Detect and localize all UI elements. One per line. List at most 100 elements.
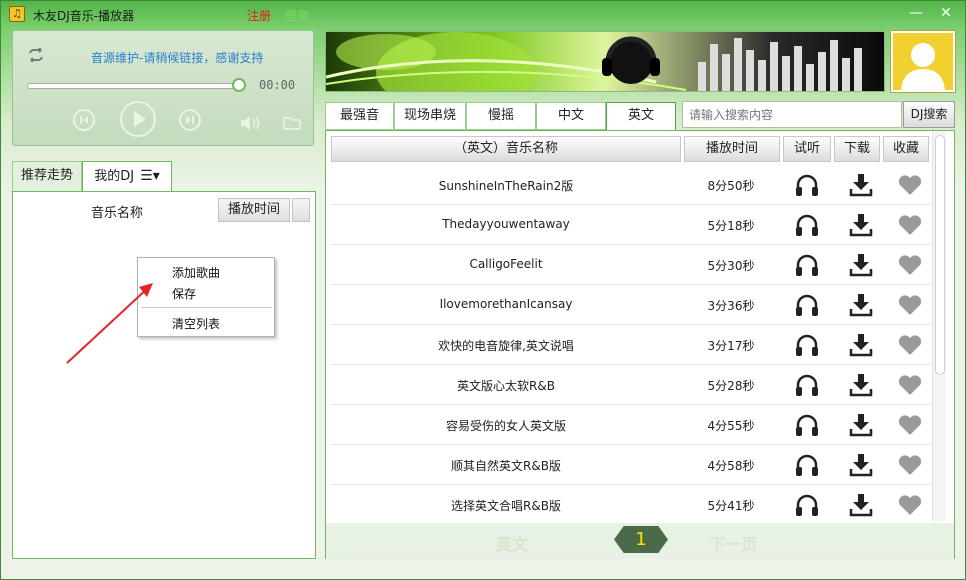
column-header-name[interactable]: （英文）音乐名称: [331, 136, 681, 162]
column-header-download[interactable]: 下载: [834, 136, 880, 162]
heart-icon[interactable]: [897, 293, 923, 317]
song-duration: 4分55秒: [707, 419, 755, 433]
heart-icon[interactable]: [897, 213, 923, 237]
playlist-name-header: 音乐名称: [91, 206, 144, 221]
headphones-icon[interactable]: [794, 293, 820, 317]
my-playlist: 音乐名称 播放时间: [12, 191, 316, 559]
heart-icon[interactable]: [897, 173, 923, 197]
headphones-icon[interactable]: [794, 453, 820, 477]
table-row[interactable]: CalligoFeelit 5分30秒: [331, 245, 931, 285]
menu-icon[interactable]: ☰▾: [140, 168, 160, 184]
minimize-button[interactable]: —: [903, 4, 929, 22]
table-row[interactable]: 选择英文合唱R&B版 5分41秒: [331, 485, 931, 525]
download-icon[interactable]: [848, 333, 874, 357]
headphones-icon[interactable]: [794, 253, 820, 277]
menu-item-clear-list[interactable]: 清空列表: [172, 315, 220, 332]
elapsed-time: 00:00: [259, 78, 296, 92]
table-row[interactable]: 顺其自然英文R&B版 4分58秒: [331, 445, 931, 485]
download-icon[interactable]: [848, 173, 874, 197]
song-duration: 4分58秒: [707, 459, 755, 473]
headphones-icon[interactable]: [794, 493, 820, 517]
download-icon[interactable]: [848, 253, 874, 277]
play-icon: [134, 111, 146, 127]
menu-divider: [142, 307, 272, 308]
headphones-icon[interactable]: [794, 173, 820, 197]
tab-my-dj[interactable]: 我的DJ ☰▾: [82, 161, 172, 192]
tab-chinese[interactable]: 中文: [536, 102, 606, 130]
headphones-icon[interactable]: [794, 413, 820, 437]
tab-strongest[interactable]: 最强音: [325, 102, 394, 130]
download-icon[interactable]: [848, 453, 874, 477]
music-note-icon: ♫: [9, 6, 25, 22]
next-page-button[interactable]: 下一页: [709, 531, 757, 555]
annotation-arrow-icon: [66, 283, 153, 364]
user-avatar[interactable]: [891, 31, 955, 92]
column-header-listen[interactable]: 试听: [783, 136, 831, 162]
table-row[interactable]: SunshineInTheRain2版 8分50秒: [331, 165, 931, 205]
login-link[interactable]: 登录: [285, 7, 309, 24]
headphones-icon[interactable]: [794, 213, 820, 237]
volume-icon[interactable]: [239, 115, 261, 131]
heart-icon[interactable]: [897, 373, 923, 397]
heart-icon[interactable]: [897, 413, 923, 437]
song-duration: 5分41秒: [707, 499, 755, 513]
tab-english[interactable]: 英文: [606, 102, 676, 132]
current-page-number[interactable]: 1: [614, 526, 668, 553]
player-window: ♫ 木友DJ音乐-播放器 注册 登录 — ✕ 音源维护-请稍候链接，感谢支持 0…: [0, 0, 966, 580]
column-header-time[interactable]: 播放时间: [684, 136, 780, 162]
playlist-extra-header[interactable]: [292, 198, 310, 222]
table-row[interactable]: 英文版心太软R&B 5分28秒: [331, 365, 931, 405]
progress-bar[interactable]: [27, 83, 245, 89]
playlist-time-header[interactable]: 播放时间: [218, 198, 290, 222]
user-silhouette-icon: [901, 43, 945, 90]
progress-knob[interactable]: [232, 78, 246, 92]
menu-item-add-song[interactable]: 添加歌曲: [172, 264, 220, 281]
menu-item-save[interactable]: 保存: [172, 285, 196, 302]
search-input[interactable]: [682, 101, 902, 128]
close-button[interactable]: ✕: [933, 4, 959, 22]
previous-button[interactable]: [73, 109, 95, 131]
headphones-icon[interactable]: [794, 333, 820, 357]
download-icon[interactable]: [848, 293, 874, 317]
table-row[interactable]: Thedayyouwentaway 5分18秒: [331, 205, 931, 245]
song-duration: 8分50秒: [707, 179, 755, 193]
register-link[interactable]: 注册: [247, 7, 271, 24]
song-name: IlovemorethanIcansay: [439, 297, 573, 311]
heart-icon[interactable]: [897, 333, 923, 357]
window-title: 木友DJ音乐-播放器: [33, 9, 135, 23]
table-row[interactable]: 容易受伤的女人英文版 4分55秒: [331, 405, 931, 445]
next-button[interactable]: [179, 109, 201, 131]
player-panel: 音源维护-请稍候链接，感谢支持 00:00: [12, 30, 314, 146]
song-name: Thedayyouwentaway: [442, 217, 570, 231]
title-bar: ♫ 木友DJ音乐-播放器 注册 登录 — ✕: [1, 1, 966, 29]
folder-icon[interactable]: [283, 115, 301, 131]
scrollbar[interactable]: [932, 131, 946, 521]
song-name: CalligoFeelit: [469, 257, 543, 271]
tab-recommend[interactable]: 推荐走势: [12, 161, 82, 191]
heart-icon[interactable]: [897, 253, 923, 277]
heart-icon[interactable]: [897, 493, 923, 517]
song-name: 英文版心太软R&B: [457, 379, 555, 393]
song-name: 容易受伤的女人英文版: [445, 419, 566, 433]
tab-live-medley[interactable]: 现场串烧: [394, 102, 466, 130]
dj-search-button[interactable]: DJ搜索: [903, 101, 955, 128]
download-icon[interactable]: [848, 493, 874, 517]
column-header-favorite[interactable]: 收藏: [883, 136, 929, 162]
download-icon[interactable]: [848, 413, 874, 437]
scrollbar-thumb[interactable]: [935, 135, 945, 375]
table-row[interactable]: IlovemorethanIcansay 3分36秒: [331, 285, 931, 325]
song-duration: 5分30秒: [707, 259, 755, 273]
headphones-icon[interactable]: [794, 373, 820, 397]
repeat-icon[interactable]: [27, 48, 45, 62]
status-notice: 音源维护-请稍候链接，感谢支持: [91, 51, 264, 65]
table-row[interactable]: 欢快的电音旋律,英文说唱 3分17秒: [331, 325, 931, 365]
download-icon[interactable]: [848, 213, 874, 237]
song-name: 欢快的电音旋律,英文说唱: [438, 339, 574, 353]
tab-slow-rock[interactable]: 慢摇: [466, 102, 536, 130]
heart-icon[interactable]: [897, 453, 923, 477]
prev-page-button[interactable]: 英文: [496, 531, 528, 555]
promo-banner[interactable]: [325, 31, 885, 92]
download-icon[interactable]: [848, 373, 874, 397]
song-duration: 5分18秒: [707, 219, 755, 233]
play-button[interactable]: [120, 101, 156, 137]
